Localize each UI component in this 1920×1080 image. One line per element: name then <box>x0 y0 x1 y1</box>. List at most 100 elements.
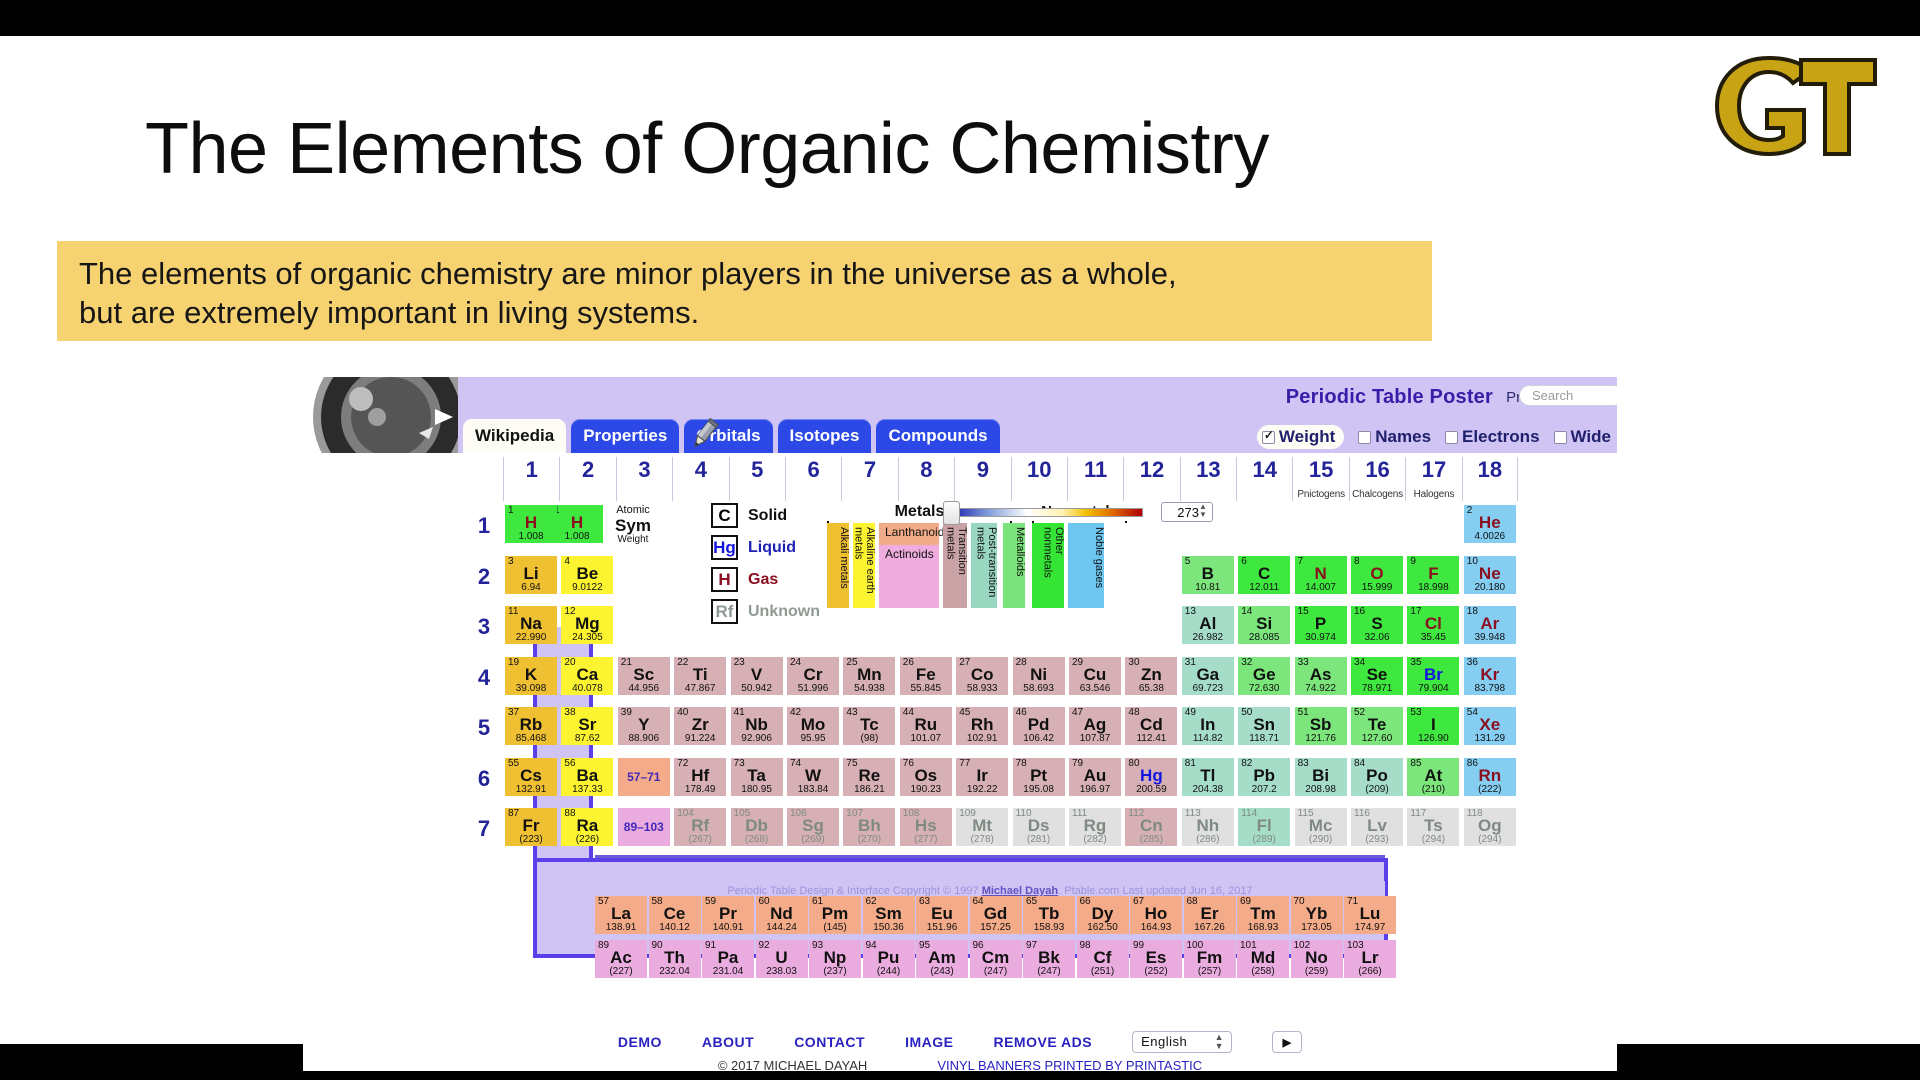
lanthanide-cell-Pr[interactable]: 59 Pr 140.91 <box>702 896 754 934</box>
element-cell-Ne[interactable]: 10 Ne 20.180 <box>1463 555 1516 594</box>
lanthanide-cell-La[interactable]: 57 La 138.91 <box>595 896 647 934</box>
option-names[interactable]: Names <box>1358 427 1431 447</box>
nav-image[interactable]: IMAGE <box>905 1034 953 1050</box>
actinide-cell-Lr[interactable]: 103 Lr (266) <box>1344 940 1396 978</box>
element-cell-Rh[interactable]: 45 Rh 102.91 <box>956 707 1009 745</box>
element-cell-Ar[interactable]: 18 Ar 39.948 <box>1463 606 1516 644</box>
element-cell-W[interactable]: 74 W 183.84 <box>787 757 839 796</box>
group-header-1[interactable]: 1 <box>503 457 559 501</box>
element-cell-Og[interactable]: 118 Og (294) <box>1463 808 1516 846</box>
lanthanide-cell-Yb[interactable]: 70 Yb 173.05 <box>1290 896 1343 934</box>
element-cell-Zn[interactable]: 30 Zn 65.38 <box>1125 656 1178 695</box>
legend-bar-transition-metals[interactable]: Transition metals <box>943 523 968 608</box>
temperature-slider-track[interactable] <box>943 508 1143 517</box>
element-cell-Na[interactable]: 11 Na 22.990 <box>505 606 557 644</box>
group-header-7[interactable]: 7 <box>841 457 897 501</box>
element-cell-P[interactable]: 15 P 30.974 <box>1294 606 1347 644</box>
element-cell-Bi[interactable]: 83 Bi 208.98 <box>1294 757 1347 796</box>
group-header-8[interactable]: 8 <box>897 457 954 501</box>
group-header-5[interactable]: 5 <box>728 457 785 501</box>
actinide-cell-Cf[interactable]: 98 Cf (251) <box>1076 940 1129 978</box>
period-number-7[interactable]: 7 <box>471 816 497 842</box>
element-cell-Cs[interactable]: 55 Cs 132.91 <box>505 757 557 796</box>
range-block-lanthanoids[interactable]: 57–71 <box>617 757 670 796</box>
element-cell-Tc[interactable]: 43 Tc (98) <box>843 707 896 745</box>
element-cell-Hf[interactable]: 72 Hf 178.49 <box>674 757 727 796</box>
element-cell-As[interactable]: 33 As 74.922 <box>1294 656 1347 695</box>
actinide-cell-Es[interactable]: 99 Es (252) <box>1130 940 1182 978</box>
lanthanide-cell-Eu[interactable]: 63 Eu 151.96 <box>916 896 968 934</box>
lanthanide-cell-Lu[interactable]: 71 Lu 174.97 <box>1344 896 1396 934</box>
element-cell-Kr[interactable]: 36 Kr 83.798 <box>1463 656 1516 695</box>
actinide-cell-Ac[interactable]: 89 Ac (227) <box>595 940 647 978</box>
element-cell-Db[interactable]: 105 Db (268) <box>730 808 783 846</box>
element-cell-Rg[interactable]: 111 Rg (282) <box>1069 808 1121 846</box>
group-header-11[interactable]: 11 <box>1066 457 1123 501</box>
actinide-cell-Th[interactable]: 90 Th 232.04 <box>648 940 701 978</box>
element-cell-Re[interactable]: 75 Re 186.21 <box>843 757 896 796</box>
tab-properties[interactable]: Properties <box>571 419 680 453</box>
element-cell-Cr[interactable]: 24 Cr 51.996 <box>787 656 839 695</box>
actinide-cell-Pu[interactable]: 94 Pu (244) <box>862 940 915 978</box>
element-cell-Se[interactable]: 34 Se 78.971 <box>1351 656 1403 695</box>
checkbox-wide-icon[interactable] <box>1553 430 1567 444</box>
element-cell-Rb[interactable]: 37 Rb 85.468 <box>505 707 557 745</box>
element-cell-Cd[interactable]: 48 Cd 112.41 <box>1125 707 1178 745</box>
element-cell-Ts[interactable]: 117 Ts (294) <box>1407 808 1460 846</box>
lanthanide-cell-Tb[interactable]: 65 Tb 158.93 <box>1023 896 1075 934</box>
group-header-15[interactable]: 15 Pnictogens <box>1292 457 1348 501</box>
element-cell-Po[interactable]: 84 Po (209) <box>1351 757 1403 796</box>
actinide-cell-Pa[interactable]: 91 Pa 231.04 <box>702 940 754 978</box>
element-cell-S[interactable]: 16 S 32.06 <box>1351 606 1403 644</box>
group-header-18[interactable]: 18 <box>1461 457 1519 501</box>
element-cell-Ir[interactable]: 77 Ir 192.22 <box>956 757 1009 796</box>
element-cell-Mo[interactable]: 42 Mo 95.95 <box>787 707 839 745</box>
period-number-6[interactable]: 6 <box>471 766 497 792</box>
element-cell-Ba[interactable]: 56 Ba 137.33 <box>561 757 614 796</box>
element-cell-I[interactable]: 53 I 126.90 <box>1407 707 1460 745</box>
element-cell-Mg[interactable]: 12 Mg 24.305 <box>561 606 614 644</box>
element-cell-Br[interactable]: 35 Br 79.904 <box>1407 656 1460 695</box>
lanthanide-cell-Sm[interactable]: 62 Sm 150.36 <box>862 896 915 934</box>
legend-bar-post-transition-metals[interactable]: Post-transition metals <box>971 523 998 608</box>
element-cell-Si[interactable]: 14 Si 28.085 <box>1238 606 1291 644</box>
actinide-cell-Am[interactable]: 95 Am (243) <box>916 940 968 978</box>
group-header-10[interactable]: 10 <box>1010 457 1067 501</box>
group-header-12[interactable]: 12 <box>1123 457 1179 501</box>
nav-remove-ads[interactable]: REMOVE ADS <box>993 1034 1092 1050</box>
element-cell-C[interactable]: 6 C 12.011 <box>1238 555 1291 594</box>
option-weight[interactable]: Weight <box>1256 425 1345 449</box>
element-cell-Zr[interactable]: 40 Zr 91.224 <box>674 707 727 745</box>
actinide-cell-U[interactable]: 92 U 238.03 <box>755 940 808 978</box>
element-cell-Li[interactable]: 3 Li 6.94 <box>505 555 557 594</box>
watch-thumbnail-ad[interactable] <box>303 377 458 453</box>
lanthanide-cell-Er[interactable]: 68 Er 167.26 <box>1183 896 1236 934</box>
element-cell-Pt[interactable]: 78 Pt 195.08 <box>1012 757 1065 796</box>
lanthanide-cell-Dy[interactable]: 66 Dy 162.50 <box>1076 896 1129 934</box>
lanthanide-cell-Gd[interactable]: 64 Gd 157.25 <box>969 896 1022 934</box>
element-cell-Ni[interactable]: 28 Ni 58.693 <box>1012 656 1065 695</box>
element-cell-Cn[interactable]: 112 Cn (285) <box>1125 808 1178 846</box>
checkbox-weight-icon[interactable] <box>1261 428 1275 444</box>
element-cell-B[interactable]: 5 B 10.81 <box>1181 555 1234 594</box>
element-cell-Rn[interactable]: 86 Rn (222) <box>1463 757 1516 796</box>
group-header-14[interactable]: 14 <box>1236 457 1292 501</box>
element-cell-Pb[interactable]: 82 Pb 207.2 <box>1238 757 1291 796</box>
option-electrons[interactable]: Electrons <box>1445 427 1540 447</box>
actinide-cell-No[interactable]: 102 No (259) <box>1290 940 1343 978</box>
tab-isotopes[interactable]: Isotopes <box>777 419 872 453</box>
element-cell-Te[interactable]: 52 Te 127.60 <box>1351 707 1403 745</box>
option-wide[interactable]: Wide <box>1553 427 1611 447</box>
element-cell-At[interactable]: 85 At (210) <box>1407 757 1460 796</box>
checkbox-electrons-icon[interactable] <box>1445 430 1459 444</box>
period-number-2[interactable]: 2 <box>471 564 497 590</box>
element-cell-Ga[interactable]: 31 Ga 69.723 <box>1181 656 1234 695</box>
legend-bar-other-nonmetals[interactable]: Other nonmetals <box>1032 523 1065 608</box>
element-cell-Ra[interactable]: 88 Ra (226) <box>561 808 614 846</box>
element-cell-Ru[interactable]: 44 Ru 101.07 <box>899 707 952 745</box>
nav-about[interactable]: ABOUT <box>702 1034 754 1050</box>
legend-bar-metalloids[interactable]: Metalloids <box>1003 523 1026 608</box>
checkbox-names-icon[interactable] <box>1358 430 1372 444</box>
element-cell-Xe[interactable]: 54 Xe 131.29 <box>1463 707 1516 745</box>
element-cell-Nb[interactable]: 41 Nb 92.906 <box>730 707 783 745</box>
